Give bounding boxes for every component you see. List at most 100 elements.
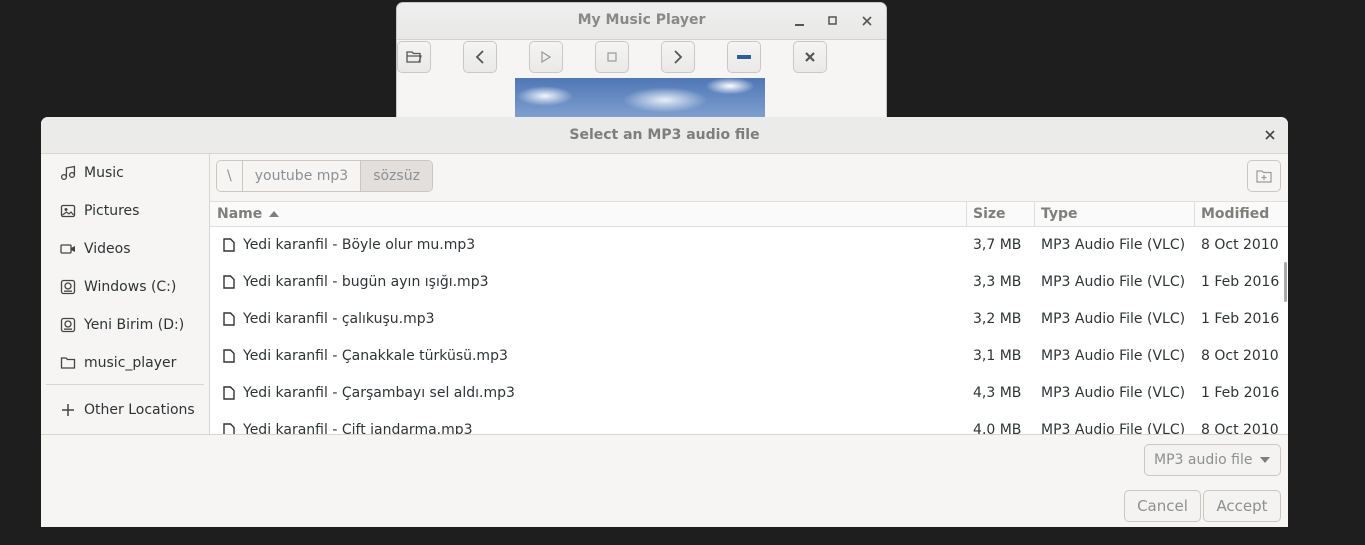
sidebar-item-music-player[interactable]: music_player: [41, 344, 209, 382]
file-list[interactable]: Name Size Type Modified Yedi karanfil - …: [210, 201, 1288, 435]
file-type: MP3 Audio File (VLC): [1041, 348, 1186, 364]
file-type: MP3 Audio File (VLC): [1041, 422, 1186, 435]
file-type-filter[interactable]: MP3 audio file: [1144, 444, 1281, 476]
sidebar-item-label: Other Locations: [84, 402, 195, 418]
sidebar-item-music[interactable]: Music: [41, 154, 209, 192]
next-icon: [674, 50, 683, 64]
path-bar: \ youtube mp3 sözsüz: [216, 160, 433, 192]
new-folder-icon: [1256, 170, 1272, 183]
file-type: MP3 Audio File (VLC): [1041, 237, 1186, 253]
file-size: 3,1 MB: [973, 348, 1022, 364]
sidebar-item-label: Pictures: [84, 203, 140, 219]
file-icon: [223, 275, 235, 289]
file-size: 3,3 MB: [973, 274, 1022, 290]
table-row[interactable]: Yedi karanfil - bugün ayın ışığı.mp3 3,3…: [210, 264, 1288, 301]
create-folder-button[interactable]: [1247, 160, 1281, 192]
sidebar-item-label: Videos: [84, 241, 131, 257]
file-size: 4,0 MB: [973, 422, 1022, 435]
file-name: Yedi karanfil - Çift jandarma.mp3: [243, 422, 473, 435]
plus-icon: [60, 402, 76, 418]
previous-icon: [475, 50, 484, 64]
file-icon: [223, 386, 235, 400]
table-row[interactable]: Yedi karanfil - Böyle olur mu.mp3 3,7 MB…: [210, 227, 1288, 264]
table-row[interactable]: Yedi karanfil - Çarşambayı sel aldı.mp3 …: [210, 375, 1288, 412]
close-icon[interactable]: [857, 11, 877, 31]
column-header-name-label: Name: [217, 206, 263, 222]
next-button[interactable]: [661, 41, 695, 73]
column-header-modified[interactable]: Modified: [1194, 202, 1288, 226]
file-size: 3,7 MB: [973, 237, 1022, 253]
file-modified: 8 Oct 2010: [1201, 237, 1279, 253]
music-player-window: My Music Player: [396, 2, 887, 118]
previous-button[interactable]: [463, 41, 497, 73]
column-header-size[interactable]: Size: [966, 202, 1034, 226]
maximize-icon[interactable]: [823, 11, 843, 31]
table-row[interactable]: Yedi karanfil - Çift jandarma.mp3 4,0 MB…: [210, 412, 1288, 435]
file-size: 3,2 MB: [973, 311, 1022, 327]
file-name: Yedi karanfil - Böyle olur mu.mp3: [243, 237, 476, 253]
file-name: Yedi karanfil - bugün ayın ışığı.mp3: [243, 274, 489, 290]
dialog-action-area: MP3 audio file Cancel Accept: [41, 434, 1288, 527]
open-folder-button[interactable]: [397, 41, 431, 73]
file-icon: [223, 238, 235, 252]
file-modified: 1 Feb 2016: [1201, 385, 1280, 401]
file-list-header: Name Size Type Modified: [210, 202, 1288, 227]
file-chooser-dialog: Select an MP3 audio file Music Pictures …: [41, 117, 1288, 527]
sidebar-item-yeni-birim-d[interactable]: Yeni Birim (D:): [41, 306, 209, 344]
table-row[interactable]: Yedi karanfil - çalıkuşu.mp3 3,2 MB MP3 …: [210, 301, 1288, 338]
sidebar-item-videos[interactable]: Videos: [41, 230, 209, 268]
sidebar-item-other-locations[interactable]: Other Locations: [41, 391, 209, 429]
sidebar-item-windows-c[interactable]: Windows (C:): [41, 268, 209, 306]
music-note-icon: [60, 165, 76, 181]
close-playback-button[interactable]: [793, 41, 827, 73]
file-name: Yedi karanfil - Çanakkale türküsü.mp3: [243, 348, 508, 364]
column-header-type[interactable]: Type: [1034, 202, 1194, 226]
column-header-name[interactable]: Name: [210, 202, 966, 226]
cancel-button[interactable]: Cancel: [1124, 490, 1201, 522]
drive-icon: [60, 317, 76, 333]
accept-button[interactable]: Accept: [1203, 490, 1281, 522]
table-row[interactable]: Yedi karanfil - Çanakkale türküsü.mp3 3,…: [210, 338, 1288, 375]
stop-icon: [607, 52, 617, 62]
minimize-playback-button[interactable]: [727, 41, 761, 73]
open-folder-icon: [406, 51, 422, 63]
path-root-button[interactable]: \: [217, 161, 243, 191]
folder-icon: [60, 355, 76, 371]
minimize-icon[interactable]: [790, 11, 810, 31]
scrollbar[interactable]: [1284, 262, 1287, 302]
player-titlebar: My Music Player: [397, 3, 886, 40]
sidebar-item-label: Yeni Birim (D:): [84, 317, 185, 333]
stop-button[interactable]: [595, 41, 629, 73]
close-icon: [1265, 130, 1275, 140]
file-type: MP3 Audio File (VLC): [1041, 274, 1186, 290]
sidebar-item-label: music_player: [84, 355, 177, 371]
places-sidebar: Music Pictures Videos Windows (C:) Yeni …: [41, 154, 210, 434]
file-modified: 1 Feb 2016: [1201, 274, 1280, 290]
album-art: [515, 78, 765, 117]
file-modified: 8 Oct 2010: [1201, 348, 1279, 364]
file-size: 4,3 MB: [973, 385, 1022, 401]
file-name: Yedi karanfil - çalıkuşu.mp3: [243, 311, 435, 327]
minimize-playback-icon: [737, 55, 751, 59]
player-toolbar: [397, 40, 886, 76]
sidebar-item-pictures[interactable]: Pictures: [41, 192, 209, 230]
path-crumb-youtube-mp3[interactable]: youtube mp3: [242, 161, 362, 191]
dialog-close-button[interactable]: [1262, 127, 1278, 143]
path-crumb-sozsuz[interactable]: sözsüz: [361, 161, 432, 191]
play-button[interactable]: [529, 41, 563, 73]
drive-icon: [60, 279, 76, 295]
play-icon: [541, 51, 551, 63]
image-icon: [60, 203, 76, 219]
sidebar-item-label: Music: [84, 165, 124, 181]
player-title: My Music Player: [577, 12, 706, 28]
file-icon: [223, 312, 235, 326]
sort-ascending-icon: [269, 211, 280, 217]
video-icon: [60, 241, 76, 257]
file-modified: 8 Oct 2010: [1201, 422, 1279, 435]
chevron-down-icon: [1260, 457, 1270, 463]
file-type: MP3 Audio File (VLC): [1041, 311, 1186, 327]
sidebar-divider: [46, 384, 204, 385]
filter-label: MP3 audio file: [1154, 452, 1253, 468]
file-icon: [223, 349, 235, 363]
close-playback-icon: [805, 52, 815, 62]
